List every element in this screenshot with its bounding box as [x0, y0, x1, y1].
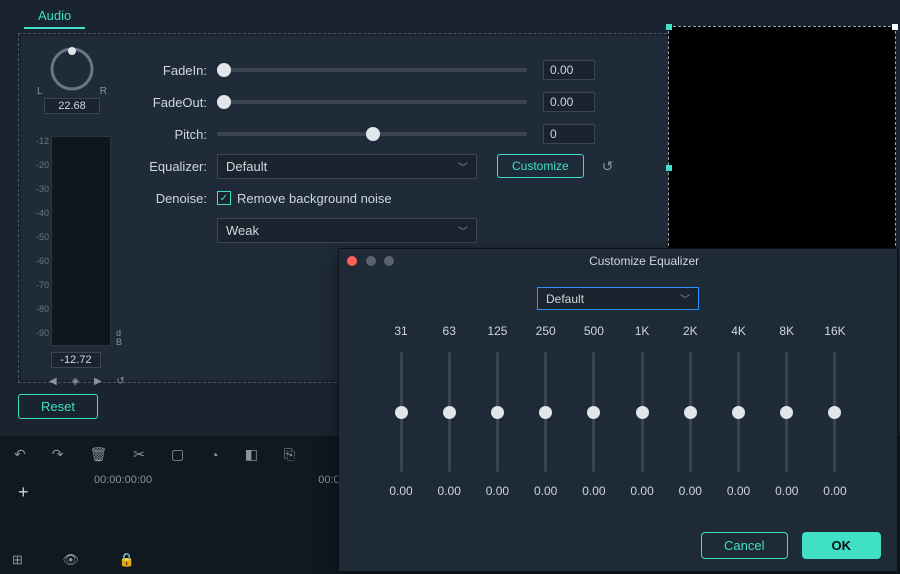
eq-bands: 310.00630.001250.002500.005000.001K0.002… [339, 310, 897, 498]
fadeout-value[interactable]: 0.00 [543, 92, 595, 112]
dial-knob-icon [47, 44, 97, 94]
fadeout-slider[interactable] [217, 100, 527, 104]
eq-freq-label: 16K [815, 324, 855, 338]
pan-r-label: R [100, 86, 107, 97]
ok-button[interactable]: OK [802, 532, 882, 559]
dialog-title: Customize Equalizer [399, 254, 889, 268]
eq-band: 125 0.00 [477, 324, 517, 498]
fadein-slider[interactable] [217, 68, 527, 72]
eq-band-slider[interactable] [592, 352, 595, 472]
eq-band: 8K 0.00 [767, 324, 807, 498]
eq-band-value: 0.00 [526, 484, 566, 498]
denoise-strength-select[interactable]: Weak ﹀ [217, 218, 477, 243]
eq-band-slider[interactable] [641, 352, 644, 472]
eq-band-value: 0.00 [574, 484, 614, 498]
eq-band-value: 0.00 [381, 484, 421, 498]
denoise-label: Denoise: [131, 191, 217, 206]
eq-freq-label: 31 [381, 324, 421, 338]
chevron-down-icon: ﹀ [458, 223, 468, 238]
denoise-checkbox-label: Remove background noise [237, 191, 392, 206]
pitch-value[interactable]: 0 [543, 124, 595, 144]
pitch-label: Pitch: [131, 127, 217, 142]
eq-band-value: 0.00 [815, 484, 855, 498]
eq-band: 500 0.00 [574, 324, 614, 498]
customize-button[interactable]: Customize [497, 154, 584, 178]
denoise-checkbox[interactable]: ✓ [217, 191, 231, 205]
eq-band: 630.00 [429, 324, 469, 498]
grid-icon[interactable]: ⊞ [12, 552, 41, 567]
meter-transport-icons[interactable]: ◀ ◈ ▶ ↺ [49, 376, 131, 387]
eq-band-value: 0.00 [719, 484, 759, 498]
undo-icon[interactable]: ↺ [602, 158, 614, 175]
undo-icon[interactable]: ↶ [14, 446, 26, 463]
maximize-icon[interactable] [384, 256, 394, 266]
eq-band-slider[interactable] [737, 352, 740, 472]
crop-icon[interactable]: ▢ [171, 446, 184, 463]
speed-icon[interactable]: ◔ [210, 447, 218, 463]
chevron-down-icon: ﹀ [458, 159, 468, 174]
eq-freq-label: 500 [574, 324, 614, 338]
timeline-ruler[interactable]: 00:00:00:00 00:00 [94, 474, 346, 486]
eq-band: 250 0.00 [526, 324, 566, 498]
reset-button[interactable]: Reset [18, 394, 98, 419]
eq-band: 16K 0.00 [815, 324, 855, 498]
equalizer-select[interactable]: Default ﹀ [217, 154, 477, 179]
eq-band-slider[interactable] [496, 352, 499, 472]
eq-freq-label: 63 [429, 324, 469, 338]
pan-dial[interactable]: L R 22.68 [29, 44, 115, 114]
eq-freq-label: 2K [670, 324, 710, 338]
chevron-down-icon: ﹀ [680, 291, 690, 306]
redo-icon[interactable]: ↷ [52, 446, 64, 463]
eq-preset-select[interactable]: Default ﹀ [537, 287, 699, 310]
eq-band-value: 0.00 [767, 484, 807, 498]
eq-freq-label: 250 [526, 324, 566, 338]
eq-freq-label: 1K [622, 324, 662, 338]
preview-viewport[interactable] [668, 26, 896, 256]
eq-band: 1K 0.00 [622, 324, 662, 498]
cut-icon[interactable]: ✂ [133, 446, 145, 463]
eq-band-slider[interactable] [400, 352, 403, 472]
lock-icon[interactable]: 🔒 [119, 552, 153, 567]
eq-band-slider[interactable] [448, 352, 451, 472]
eq-band-slider[interactable] [785, 352, 788, 472]
eq-band-value: 0.00 [477, 484, 517, 498]
fadein-label: FadeIn: [131, 63, 217, 78]
meter-value[interactable]: -12.72 [51, 352, 101, 368]
eq-band-slider[interactable] [544, 352, 547, 472]
pitch-slider[interactable] [217, 132, 527, 136]
add-track-button[interactable]: + [18, 482, 29, 503]
eq-freq-label: 8K [767, 324, 807, 338]
eq-band: 2K 0.00 [670, 324, 710, 498]
customize-equalizer-dialog: Customize Equalizer Default ﹀ 310.00630.… [338, 248, 898, 572]
minimize-icon[interactable] [366, 256, 376, 266]
trash-icon[interactable]: 🗑 [89, 446, 107, 463]
eq-band-slider[interactable] [833, 352, 836, 472]
pan-l-label: L [37, 86, 43, 97]
fadein-value[interactable]: 0.00 [543, 60, 595, 80]
eq-band-value: 0.00 [429, 484, 469, 498]
eq-band-value: 0.00 [622, 484, 662, 498]
eq-band-slider[interactable] [689, 352, 692, 472]
eq-freq-label: 125 [477, 324, 517, 338]
level-meter: dB [51, 136, 111, 346]
color-icon[interactable]: ◧ [245, 446, 258, 463]
eq-band: 4K 0.00 [719, 324, 759, 498]
fadeout-label: FadeOut: [131, 95, 217, 110]
tab-audio[interactable]: Audio [24, 6, 85, 29]
eq-band-value: 0.00 [670, 484, 710, 498]
eq-freq-label: 4K [719, 324, 759, 338]
meter-scale: -12 -20 -30 -40 -50 -60 -70 -80 -90 [27, 136, 49, 346]
eq-band: 310.00 [381, 324, 421, 498]
close-icon[interactable] [347, 256, 357, 266]
export-icon[interactable]: ⎘ [284, 446, 295, 463]
eye-icon[interactable]: 👁 [63, 552, 98, 567]
equalizer-label: Equalizer: [131, 159, 217, 174]
pan-value[interactable]: 22.68 [44, 98, 100, 114]
cancel-button[interactable]: Cancel [701, 532, 787, 559]
